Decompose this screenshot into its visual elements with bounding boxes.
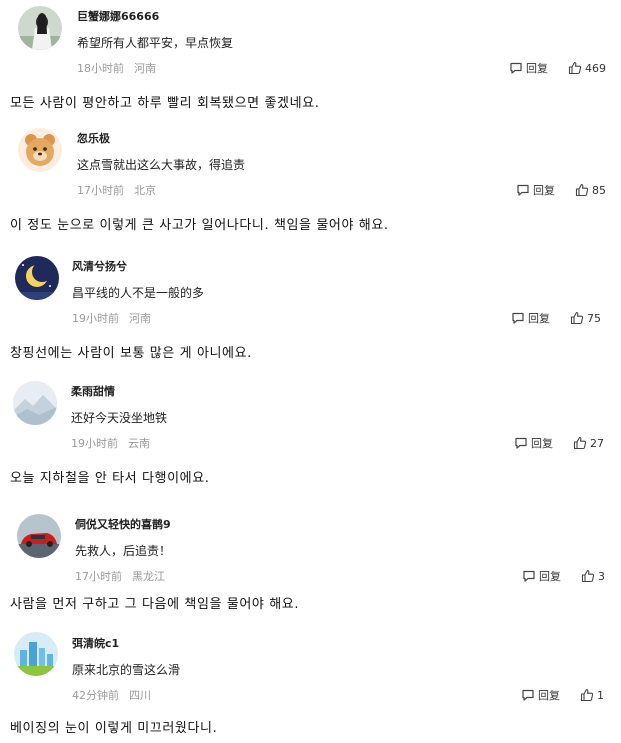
timestamp: 17小时前 — [77, 184, 124, 197]
comment-item: 柔雨甜情 还好今天没坐地铁 19小时前 云南 回复 27 오늘 지하철을 안 타서… — [0, 375, 621, 495]
reply-label: 回复 — [538, 689, 560, 702]
comment-icon — [522, 689, 534, 701]
thumbs-up-icon — [581, 569, 595, 583]
location: 云南 — [128, 437, 150, 450]
comment-item: 弭清皖c1 原来北京的雪这么滑 42分钟前 四川 回复 1 베이징의 눈이 이렇게… — [0, 632, 621, 743]
like-button[interactable]: 27 — [573, 436, 604, 450]
like-button[interactable]: 469 — [568, 61, 606, 75]
username[interactable]: 忽乐极 — [77, 130, 110, 146]
comment-meta: 19小时前 云南 — [71, 435, 150, 451]
username[interactable]: 侗侻又轻快的喜鹊9 — [75, 516, 171, 532]
translated-text: 창핑선에는 사람이 보통 많은 게 아니에요. — [10, 346, 252, 361]
reply-label: 回复 — [531, 437, 553, 450]
comment-actions: 回复 3 — [522, 568, 605, 584]
avatar[interactable] — [17, 514, 61, 558]
avatar[interactable] — [15, 256, 59, 300]
location: 河南 — [129, 312, 151, 325]
username[interactable]: 弭清皖c1 — [72, 635, 119, 651]
comment-item: 忽乐极 这点雪就出这么大事故，得追责 17小时前 北京 回复 85 이 정도 눈으… — [0, 122, 621, 242]
like-count: 85 — [592, 183, 606, 197]
comment-text: 希望所有人都平安，早点恢复 — [77, 36, 234, 50]
like-count: 27 — [590, 436, 604, 450]
avatar[interactable] — [14, 632, 58, 676]
reply-button[interactable]: 回复 — [521, 687, 560, 703]
timestamp: 17小时前 — [75, 570, 122, 583]
like-count: 1 — [597, 688, 604, 702]
reply-button[interactable]: 回复 — [511, 310, 550, 326]
reply-button[interactable]: 回复 — [509, 60, 548, 76]
like-button[interactable]: 75 — [570, 311, 601, 325]
location: 北京 — [134, 184, 156, 197]
comment-meta: 42分钟前 四川 — [72, 687, 151, 703]
translated-text: 사람을 먼저 구하고 그 다음에 책임을 물어야 해요. — [10, 597, 300, 612]
like-count: 75 — [587, 311, 601, 325]
like-button[interactable]: 85 — [575, 183, 606, 197]
reply-label: 回复 — [528, 312, 550, 325]
thumbs-up-icon — [580, 688, 594, 702]
like-count: 469 — [585, 61, 606, 75]
comment-icon — [523, 570, 535, 582]
comment-meta: 18小时前 河南 — [77, 60, 156, 76]
comment-meta: 17小时前 北京 — [77, 182, 156, 198]
location: 四川 — [129, 689, 151, 702]
location: 河南 — [134, 62, 156, 75]
like-button[interactable]: 3 — [581, 569, 605, 583]
comment-actions: 回复 469 — [509, 60, 606, 76]
comment-item: 巨蟹娜娜66666 希望所有人都平安，早点恢复 18小时前 河南 回复 469 모… — [0, 0, 621, 120]
thumbs-up-icon — [575, 183, 589, 197]
thumbs-up-icon — [573, 436, 587, 450]
comment-item: 风清兮扬兮 昌平线的人不是一般的多 19小时前 河南 回复 75 창핑선에는 사람… — [0, 250, 621, 370]
comment-actions: 回复 75 — [511, 310, 601, 326]
thumbs-up-icon — [570, 311, 584, 325]
reply-label: 回复 — [533, 184, 555, 197]
comment-text: 这点雪就出这么大事故，得追责 — [77, 158, 246, 172]
avatar[interactable] — [13, 381, 57, 425]
timestamp: 19小时前 — [72, 312, 119, 325]
comment-text: 昌平线的人不是一般的多 — [72, 286, 205, 300]
avatar[interactable] — [18, 6, 62, 50]
comment-actions: 回复 1 — [521, 687, 604, 703]
location: 黑龙江 — [132, 570, 165, 583]
reply-button[interactable]: 回复 — [516, 182, 555, 198]
avatar[interactable] — [18, 128, 62, 172]
like-button[interactable]: 1 — [580, 688, 604, 702]
comment-meta: 19小时前 河南 — [72, 310, 151, 326]
translated-text: 베이징의 눈이 이렇게 미끄러웠다니. — [10, 721, 218, 736]
comment-text: 还好今天没坐地铁 — [71, 411, 168, 425]
comment-actions: 回复 85 — [516, 182, 606, 198]
timestamp: 42分钟前 — [72, 689, 119, 702]
username[interactable]: 柔雨甜情 — [71, 383, 115, 399]
comment-meta: 17小时前 黑龙江 — [75, 568, 165, 584]
thumbs-up-icon — [568, 61, 582, 75]
comment-icon — [510, 62, 522, 74]
translated-text: 이 정도 눈으로 이렇게 큰 사고가 일어나다니. 책임을 물어야 해요. — [10, 218, 389, 233]
like-count: 3 — [598, 569, 605, 583]
timestamp: 19小时前 — [71, 437, 118, 450]
reply-label: 回复 — [526, 62, 548, 75]
translated-text: 오늘 지하철을 안 타서 다행이에요. — [10, 471, 210, 486]
timestamp: 18小时前 — [77, 62, 124, 75]
reply-button[interactable]: 回复 — [514, 435, 553, 451]
comment-icon — [515, 437, 527, 449]
reply-button[interactable]: 回复 — [522, 568, 561, 584]
comment-icon — [517, 184, 529, 196]
comment-item: 侗侻又轻快的喜鹊9 先救人，后追责！ 17小时前 黑龙江 回复 3 사람을 먼저 … — [0, 508, 621, 628]
comment-text: 先救人，后追责！ — [75, 544, 172, 558]
username[interactable]: 风清兮扬兮 — [72, 258, 127, 274]
comment-text: 原来北京的雪这么滑 — [72, 663, 181, 677]
reply-label: 回复 — [539, 570, 561, 583]
translated-text: 모든 사람이 평안하고 하루 빨리 회복됐으면 좋겠네요. — [10, 96, 320, 111]
comment-icon — [512, 312, 524, 324]
username[interactable]: 巨蟹娜娜66666 — [77, 8, 159, 24]
comment-actions: 回复 27 — [514, 435, 604, 451]
